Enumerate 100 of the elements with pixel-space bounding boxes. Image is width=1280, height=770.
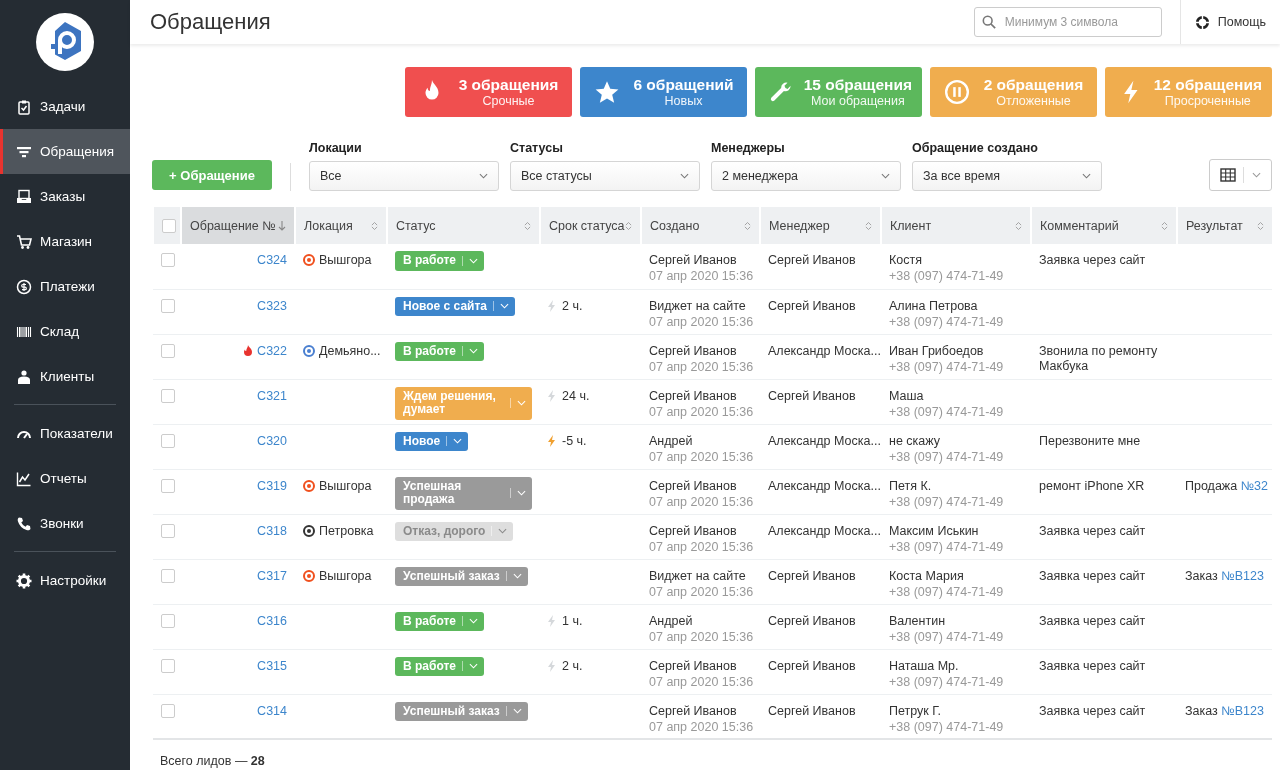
card-title: 6 обращений	[633, 76, 734, 94]
filter-label: Обращение создано	[912, 141, 1039, 155]
row-checkbox[interactable]	[161, 613, 175, 628]
help-link[interactable]: Помощь	[1194, 14, 1266, 30]
card-title: 2 обращения	[983, 76, 1084, 94]
sidebar-item[interactable]: Обращения	[0, 129, 130, 174]
caret-icon	[469, 257, 478, 264]
client-phone: +38 (097) 474-71-49	[889, 674, 1005, 689]
column-header[interactable]: Обращение №	[181, 207, 295, 244]
comment-text: Заявка через сайт	[1039, 568, 1147, 585]
status-duration: 24 ч.	[562, 388, 590, 403]
sidebar-item[interactable]: Платежи	[0, 264, 130, 309]
row-checkbox[interactable]	[161, 343, 175, 358]
filter-dropdown[interactable]: Все	[309, 161, 499, 191]
column-header[interactable]: Комментарий	[1031, 207, 1177, 244]
sidebar-item[interactable]: Настройки	[0, 558, 130, 603]
column-header[interactable]: Срок статуса	[540, 207, 641, 244]
row-checkbox[interactable]	[161, 568, 175, 583]
status-dropdown[interactable]: В работе	[395, 656, 484, 677]
manager-name: Сергей Иванов	[768, 388, 856, 403]
status-dropdown[interactable]: Успешная продажа	[395, 476, 532, 511]
result-text: Заказ №B123	[1185, 568, 1264, 583]
comment-text: Заявка через сайт	[1039, 613, 1147, 630]
select-all-checkbox[interactable]	[162, 218, 176, 233]
column-header[interactable]: Клиент	[881, 207, 1031, 244]
request-number-link[interactable]: C323	[257, 298, 287, 313]
creator-name: Сергей Иванов	[649, 523, 738, 538]
request-number-link[interactable]: C316	[257, 613, 287, 628]
created-date: 07 апр 2020 15:36	[649, 629, 752, 644]
manager-name: Александр Моска...	[768, 433, 881, 448]
request-number-link[interactable]: C324	[257, 253, 287, 267]
sidebar-item[interactable]: Склад	[0, 309, 130, 354]
add-request-button[interactable]: + Обращение	[152, 160, 272, 190]
status-dropdown[interactable]: Новое с сайта	[395, 296, 515, 317]
comment-text: Заявка через сайт	[1039, 253, 1147, 269]
row-checkbox[interactable]	[161, 658, 175, 673]
result-link[interactable]: №32	[1240, 478, 1268, 493]
sidebar-item[interactable]: Магазин	[0, 219, 130, 264]
stat-card[interactable]: 6 обращений Новых	[580, 67, 747, 117]
comment-text: Заявка через сайт	[1039, 703, 1147, 720]
filter-dropdown[interactable]: За все время	[912, 161, 1102, 191]
card-subtitle: Срочные	[482, 94, 535, 108]
stat-card[interactable]: 15 обращения Мои обращения	[755, 67, 922, 117]
client-name: Максим Иськин	[889, 523, 980, 538]
status-dropdown[interactable]: Успешный заказ	[395, 701, 528, 722]
status-dropdown[interactable]: В работе	[395, 251, 484, 271]
card-subtitle: Просроченные	[1164, 94, 1251, 108]
sidebar-item[interactable]: Клиенты	[0, 354, 130, 399]
column-header[interactable]: Статус	[387, 207, 540, 244]
location-name: Петровка	[319, 523, 374, 538]
request-number-link[interactable]: C314	[257, 703, 287, 718]
creator-name: Сергей Иванов	[649, 478, 738, 493]
sidebar-item[interactable]: Заказы	[0, 174, 130, 219]
caret-icon	[479, 173, 488, 179]
result-link[interactable]: №B123	[1221, 703, 1264, 718]
request-number-link[interactable]: C319	[257, 478, 287, 493]
sort-icon	[744, 220, 751, 231]
filter-dropdown[interactable]: Все статусы	[510, 161, 700, 191]
sidebar-item[interactable]: Отчеты	[0, 456, 130, 501]
request-number-link[interactable]: C318	[257, 523, 287, 538]
row-checkbox[interactable]	[161, 388, 175, 403]
row-checkbox[interactable]	[161, 478, 175, 493]
row-checkbox[interactable]	[161, 298, 175, 313]
result-link[interactable]: №B123	[1221, 568, 1264, 583]
column-header[interactable]: Локация	[295, 207, 387, 244]
search-field[interactable]: Минимум 3 символа	[973, 7, 1162, 37]
caret-icon	[512, 708, 522, 715]
manager-name: Александр Моска...	[768, 343, 881, 358]
status-dropdown[interactable]: Новое	[395, 431, 469, 452]
request-number-link[interactable]: C315	[257, 658, 287, 673]
row-checkbox[interactable]	[161, 703, 175, 718]
stat-card[interactable]: 3 обращения Срочные	[405, 67, 572, 117]
sidebar-item[interactable]: Задачи	[0, 84, 130, 129]
request-number-link[interactable]: C321	[257, 388, 287, 403]
row-checkbox[interactable]	[161, 523, 175, 538]
sort-icon	[625, 220, 632, 231]
request-number-link[interactable]: C320	[257, 433, 287, 448]
lifebuoy-icon	[1194, 14, 1210, 30]
column-header[interactable]: Результат	[1177, 207, 1272, 244]
client-name: Коста Мария	[889, 568, 965, 583]
status-dropdown[interactable]: В работе	[395, 341, 484, 362]
logo-icon[interactable]	[36, 13, 94, 71]
columns-button[interactable]	[1209, 159, 1272, 191]
row-checkbox[interactable]	[161, 433, 175, 448]
manager-name: Сергей Иванов	[768, 703, 856, 718]
status-dropdown[interactable]: Успешный заказ	[395, 566, 528, 587]
column-header[interactable]: Менеджер	[760, 207, 881, 244]
status-dropdown[interactable]: В работе	[395, 611, 484, 632]
comment-text: Заявка через сайт	[1039, 523, 1147, 540]
created-date: 07 апр 2020 15:36	[649, 269, 752, 283]
filter-dropdown[interactable]: 2 менеджера	[711, 161, 901, 191]
column-header[interactable]: Создано	[641, 207, 760, 244]
request-number-link[interactable]: C322	[257, 343, 287, 358]
sidebar-item[interactable]: Звонки	[0, 501, 130, 546]
row-checkbox[interactable]	[161, 253, 175, 267]
request-number-link[interactable]: C317	[257, 568, 287, 583]
sidebar-item[interactable]: Показатели	[0, 411, 130, 456]
status-dropdown[interactable]: Отказ, дорого	[395, 521, 514, 542]
client-name: Петя К.	[889, 478, 933, 493]
pause-icon	[944, 79, 970, 105]
